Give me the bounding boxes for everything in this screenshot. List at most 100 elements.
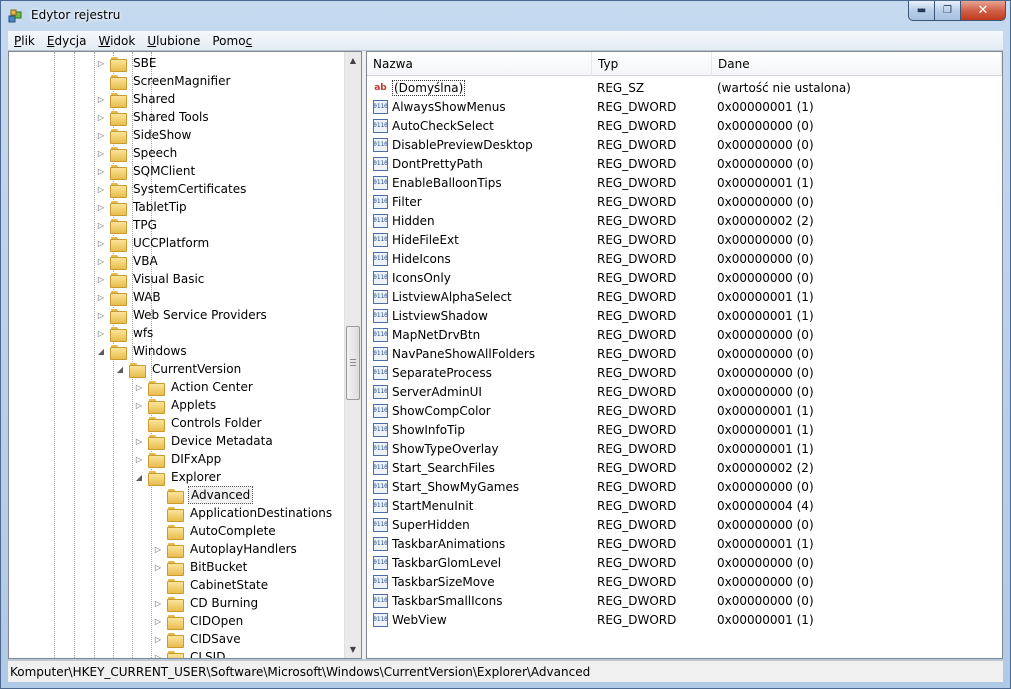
value-row[interactable]: 0110 SeparateProcess REG_DWORD 0x00000000 (…	[367, 363, 1002, 382]
value-row[interactable]: 0110 HideIcons REG_DWORD 0x00000000 (0)	[367, 249, 1002, 268]
tree-item[interactable]: ▷ TPG	[96, 216, 159, 234]
tree-item[interactable]: ▷ DIFxApp	[134, 450, 223, 468]
value-row[interactable]: 0110 Start_SearchFiles REG_DWORD 0x00000002…	[367, 458, 1002, 477]
value-row[interactable]: 0110 TaskbarSizeMove REG_DWORD 0x00000000 (…	[367, 572, 1002, 591]
tree-item[interactable]: ▷ Shared	[96, 90, 177, 108]
tree-item[interactable]: ▷ BitBucket	[153, 558, 249, 576]
value-row[interactable]: 0110 Hidden REG_DWORD 0x00000002 (2)	[367, 211, 1002, 230]
expand-arrow-icon[interactable]: ▷	[134, 382, 144, 392]
tree-item[interactable]: ▷ SQMClient	[96, 162, 197, 180]
tree-item[interactable]: ▷ Speech	[96, 144, 179, 162]
tree-item[interactable]: ▷ TabletTip	[96, 198, 189, 216]
value-row[interactable]: 0110 TaskbarSmallIcons REG_DWORD 0x00000000…	[367, 591, 1002, 610]
expand-arrow-icon[interactable]: ▷	[134, 400, 144, 410]
tree-item[interactable]: ScreenMagnifier	[96, 72, 232, 90]
value-row[interactable]: 0110 HideFileExt REG_DWORD 0x00000000 (0)	[367, 230, 1002, 249]
expand-arrow-icon[interactable]: ▷	[153, 634, 163, 644]
expand-arrow-icon[interactable]: ▷	[96, 202, 106, 212]
tree-item[interactable]: ▷ CD Burning	[153, 594, 260, 612]
value-row[interactable]: 0110 EnableBalloonTips REG_DWORD 0x00000001…	[367, 173, 1002, 192]
expand-arrow-icon[interactable]: ▷	[96, 130, 106, 140]
collapse-arrow-icon[interactable]: ◢	[115, 364, 125, 374]
expand-arrow-icon[interactable]: ▷	[96, 148, 106, 158]
expand-arrow-icon[interactable]: ▷	[96, 184, 106, 194]
column-header-name[interactable]: Nazwa	[367, 52, 592, 76]
tree-item[interactable]: ▷ wfs	[96, 324, 155, 342]
value-row[interactable]: 0110 DontPrettyPath REG_DWORD 0x00000000 (0…	[367, 154, 1002, 173]
menu-item[interactable]: Edycja	[41, 34, 93, 48]
expand-arrow-icon[interactable]: ▷	[96, 292, 106, 302]
tree-item[interactable]: ▷ VBA	[96, 252, 160, 270]
value-row[interactable]: 0110 TaskbarAnimations REG_DWORD 0x00000001…	[367, 534, 1002, 553]
minimize-button[interactable]: ▬	[908, 1, 935, 21]
menu-item[interactable]: Ulubione	[141, 34, 206, 48]
tree-item[interactable]: ▷ AutoplayHandlers	[153, 540, 299, 558]
value-row[interactable]: 0110 StartMenuInit REG_DWORD 0x00000004 (4)	[367, 496, 1002, 515]
value-row[interactable]: 0110 TaskbarGlomLevel REG_DWORD 0x00000000 …	[367, 553, 1002, 572]
tree-item[interactable]: CabinetState	[153, 576, 270, 594]
expand-arrow-icon[interactable]: ▷	[153, 544, 163, 554]
tree-item[interactable]: ◢ Explorer	[134, 468, 223, 486]
tree-item[interactable]: ▷ UCCPlatform	[96, 234, 211, 252]
tree-item[interactable]: ApplicationDestinations	[153, 504, 334, 522]
close-button[interactable]: ✕	[961, 1, 1006, 21]
tree-item[interactable]: ◢ Windows	[96, 342, 189, 360]
tree-item[interactable]: ▷ WAB	[96, 288, 163, 306]
tree-item[interactable]: ▷ Visual Basic	[96, 270, 206, 288]
value-row[interactable]: 0110 ServerAdminUI REG_DWORD 0x00000000 (0)	[367, 382, 1002, 401]
value-row[interactable]: 0110 ShowCompColor REG_DWORD 0x00000001 (1)	[367, 401, 1002, 420]
tree-item[interactable]: ▷ SBE	[96, 54, 158, 72]
value-row[interactable]: 0110 MapNetDrvBtn REG_DWORD 0x00000000 (0)	[367, 325, 1002, 344]
expand-arrow-icon[interactable]: ▷	[153, 598, 163, 608]
tree-item[interactable]: ▷ Action Center	[134, 378, 255, 396]
value-row[interactable]: 0110 ShowInfoTip REG_DWORD 0x00000001 (1)	[367, 420, 1002, 439]
collapse-arrow-icon[interactable]: ◢	[96, 346, 106, 356]
tree-item[interactable]: Controls Folder	[134, 414, 264, 432]
expand-arrow-icon[interactable]: ▷	[96, 58, 106, 68]
tree-item[interactable]: ▷ Shared Tools	[96, 108, 211, 126]
expand-arrow-icon[interactable]: ▷	[96, 328, 106, 338]
value-row[interactable]: 0110 ListviewAlphaSelect REG_DWORD 0x000000…	[367, 287, 1002, 306]
value-row[interactable]: 0110 AlwaysShowMenus REG_DWORD 0x00000001 (…	[367, 97, 1002, 116]
value-row[interactable]: 0110 NavPaneShowAllFolders REG_DWORD 0x0000…	[367, 344, 1002, 363]
title-bar[interactable]: Edytor rejestru ▬ ❐ ✕	[1, 1, 1010, 31]
expand-arrow-icon[interactable]: ▷	[96, 238, 106, 248]
expand-arrow-icon[interactable]: ▷	[134, 436, 144, 446]
expand-arrow-icon[interactable]: ▷	[96, 94, 106, 104]
column-header-type[interactable]: Typ	[592, 52, 712, 76]
value-row[interactable]: 0110 DisablePreviewDesktop REG_DWORD 0x0000…	[367, 135, 1002, 154]
values-list-pane[interactable]: Nazwa Typ Dane ab (Domyślna) REG_SZ (wartoś…	[366, 51, 1003, 659]
expand-arrow-icon[interactable]: ▷	[96, 274, 106, 284]
value-row[interactable]: 0110 Start_ShowMyGames REG_DWORD 0x00000000…	[367, 477, 1002, 496]
scroll-up-button[interactable]: ▲	[345, 52, 361, 69]
expand-arrow-icon[interactable]: ▷	[153, 616, 163, 626]
tree-vertical-scrollbar[interactable]: ▲ ▼	[344, 52, 361, 658]
expand-arrow-icon[interactable]: ▷	[96, 166, 106, 176]
tree-item[interactable]: ▷ Applets	[134, 396, 218, 414]
value-row[interactable]: 0110 IconsOnly REG_DWORD 0x00000000 (0)	[367, 268, 1002, 287]
collapse-arrow-icon[interactable]: ◢	[134, 472, 144, 482]
scroll-down-button[interactable]: ▼	[345, 641, 361, 658]
value-row[interactable]: 0110 SuperHidden REG_DWORD 0x00000000 (0)	[367, 515, 1002, 534]
tree-item[interactable]: ▷ SideShow	[96, 126, 193, 144]
expand-arrow-icon[interactable]: ▷	[153, 652, 163, 659]
tree-item[interactable]: ▷ Web Service Providers	[96, 306, 269, 324]
expand-arrow-icon[interactable]: ▷	[134, 454, 144, 464]
expand-arrow-icon[interactable]: ▷	[96, 256, 106, 266]
maximize-button[interactable]: ❐	[935, 1, 961, 21]
tree-item[interactable]: ▷ CIDSave	[153, 630, 243, 648]
tree-item[interactable]: Advanced	[153, 486, 254, 504]
value-row[interactable]: 0110 ListviewShadow REG_DWORD 0x00000001 (1…	[367, 306, 1002, 325]
column-header-data[interactable]: Dane	[712, 52, 1002, 76]
tree-item[interactable]: ▷ SystemCertificates	[96, 180, 248, 198]
tree-item[interactable]: AutoComplete	[153, 522, 278, 540]
tree-item[interactable]: ▷ CIDOpen	[153, 612, 245, 630]
menu-item[interactable]: Widok	[92, 34, 141, 48]
expand-arrow-icon[interactable]: ▷	[96, 310, 106, 320]
scroll-thumb[interactable]	[346, 326, 360, 400]
key-tree-pane[interactable]: ▷ SBE ScreenMagnifier ▷ Shared ▷ Shared Tools ▷…	[8, 51, 362, 659]
expand-arrow-icon[interactable]: ▷	[96, 112, 106, 122]
expand-arrow-icon[interactable]: ▷	[153, 562, 163, 572]
value-row[interactable]: ab (Domyślna) REG_SZ (wartość nie ustalona)	[367, 78, 1002, 97]
value-row[interactable]: 0110 WebView REG_DWORD 0x00000001 (1)	[367, 610, 1002, 629]
